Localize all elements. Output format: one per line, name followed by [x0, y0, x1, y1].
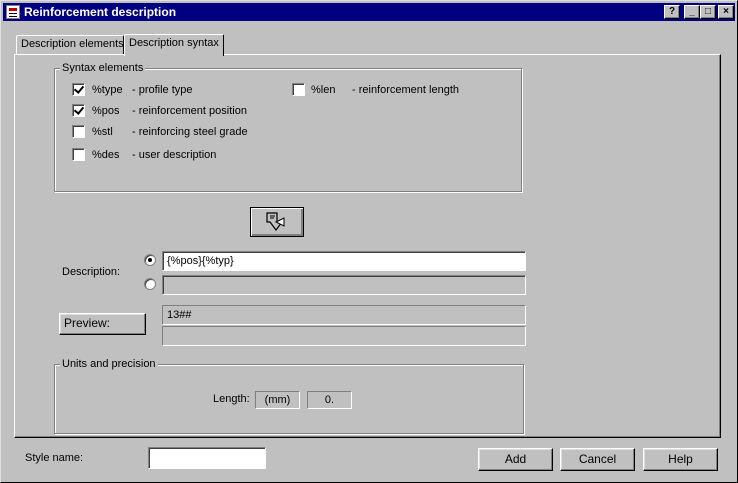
dialog-window: Reinforcement description ? _ □ × Descri… [0, 0, 738, 483]
checkbox-pos[interactable] [72, 104, 85, 117]
checkbox-des[interactable] [72, 148, 85, 161]
length-precision[interactable]: 0. [307, 391, 352, 409]
add-button[interactable]: Add [478, 448, 553, 471]
description-field-1[interactable]: {%pos}{%typ} [162, 251, 526, 271]
checkbox-type[interactable] [72, 83, 85, 96]
length-label: Length: [213, 393, 250, 405]
units-precision-legend: Units and precision [60, 358, 158, 370]
checkbox-stl[interactable] [72, 125, 85, 138]
desc-pos-label: - reinforcement position [132, 105, 247, 117]
code-pos-label: %pos [92, 105, 120, 117]
close-button[interactable]: × [718, 5, 734, 19]
tab-description-syntax[interactable]: Description syntax [124, 34, 224, 56]
window-title: Reinforcement description [24, 5, 177, 19]
desc-des-label: - user description [132, 149, 217, 161]
preview-field-2 [162, 326, 526, 346]
title-bar[interactable]: Reinforcement description ? _ □ × [3, 3, 735, 21]
insert-arrow-icon [266, 212, 285, 231]
maximize-button[interactable]: □ [700, 5, 716, 19]
tab-description-elements[interactable]: Description elements [16, 35, 124, 55]
cancel-button[interactable]: Cancel [560, 448, 635, 471]
code-len-label: %len [311, 84, 336, 96]
app-icon [6, 5, 20, 19]
length-unit[interactable]: (mm) [255, 391, 300, 409]
code-type-label: %type [92, 84, 123, 96]
description-field-2[interactable] [162, 275, 526, 295]
desc-stl-label: - reinforcing steel grade [132, 126, 248, 138]
desc-type-label: - profile type [132, 84, 193, 96]
insert-syntax-button[interactable] [250, 207, 304, 237]
description-label: Description: [62, 266, 121, 278]
code-des-label: %des [92, 149, 120, 161]
code-stl-label: %stl [92, 126, 113, 138]
minimize-button[interactable]: _ [684, 5, 700, 19]
desc-len-label: - reinforcement length [352, 84, 459, 96]
syntax-elements-legend: Syntax elements [60, 62, 146, 74]
preview-button[interactable]: Preview: [59, 313, 146, 335]
style-name-label: Style name: [25, 452, 84, 464]
description-radio-2[interactable] [144, 278, 156, 290]
style-name-input[interactable] [148, 447, 266, 469]
description-radio-1[interactable] [144, 254, 156, 266]
checkbox-len[interactable] [292, 83, 305, 96]
help-title-button[interactable]: ? [664, 5, 680, 19]
preview-field-1: 13## [162, 305, 526, 325]
help-button[interactable]: Help [643, 448, 718, 471]
